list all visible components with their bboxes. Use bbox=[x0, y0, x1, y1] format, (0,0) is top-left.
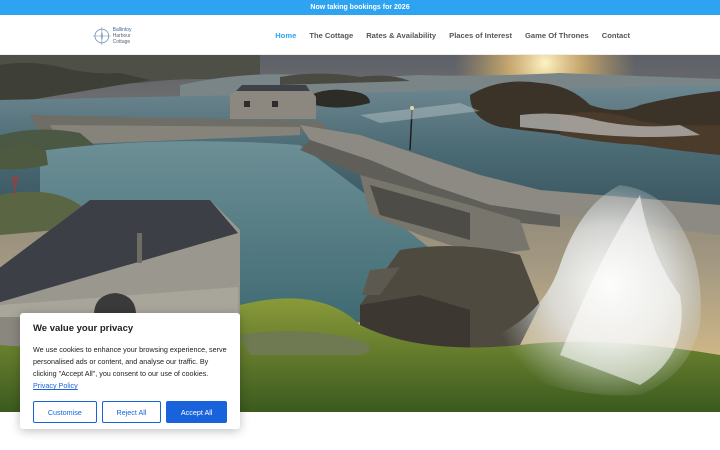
reject-all-button[interactable]: Reject All bbox=[101, 401, 162, 423]
privacy-policy-link[interactable]: Privacy Policy bbox=[33, 381, 78, 390]
logo-text: Ballintoy Harbour Cottage bbox=[113, 27, 149, 45]
announcement-text: Now taking bookings for 2026 bbox=[310, 4, 410, 11]
announcement-bar: Now taking bookings for 2026 bbox=[0, 0, 720, 15]
compass-logo-icon bbox=[93, 27, 111, 45]
nav-game-of-thrones[interactable]: Game Of Thrones bbox=[525, 31, 589, 40]
nav-contact[interactable]: Contact bbox=[602, 31, 630, 40]
cookie-body-text: We use cookies to enhance your browsing … bbox=[33, 345, 227, 378]
site-logo[interactable]: Ballintoy Harbour Cottage bbox=[93, 24, 149, 48]
site-header: Ballintoy Harbour Cottage Home The Cotta… bbox=[0, 15, 720, 55]
nav-home[interactable]: Home bbox=[275, 31, 296, 40]
main-nav: Home The Cottage Rates & Availability Pl… bbox=[275, 15, 630, 55]
cookie-buttons: Customise Reject All Accept All bbox=[33, 401, 227, 423]
cookie-consent-banner: We value your privacy We use cookies to … bbox=[20, 313, 240, 429]
accept-all-button[interactable]: Accept All bbox=[166, 401, 227, 423]
cookie-title: We value your privacy bbox=[33, 323, 134, 334]
customise-button[interactable]: Customise bbox=[33, 401, 97, 423]
nav-places-of-interest[interactable]: Places of Interest bbox=[449, 31, 512, 40]
nav-rates-availability[interactable]: Rates & Availability bbox=[366, 31, 436, 40]
cookie-body: We use cookies to enhance your browsing … bbox=[33, 344, 227, 392]
logo-line2: Harbour Cottage bbox=[112, 33, 131, 45]
nav-the-cottage[interactable]: The Cottage bbox=[309, 31, 353, 40]
